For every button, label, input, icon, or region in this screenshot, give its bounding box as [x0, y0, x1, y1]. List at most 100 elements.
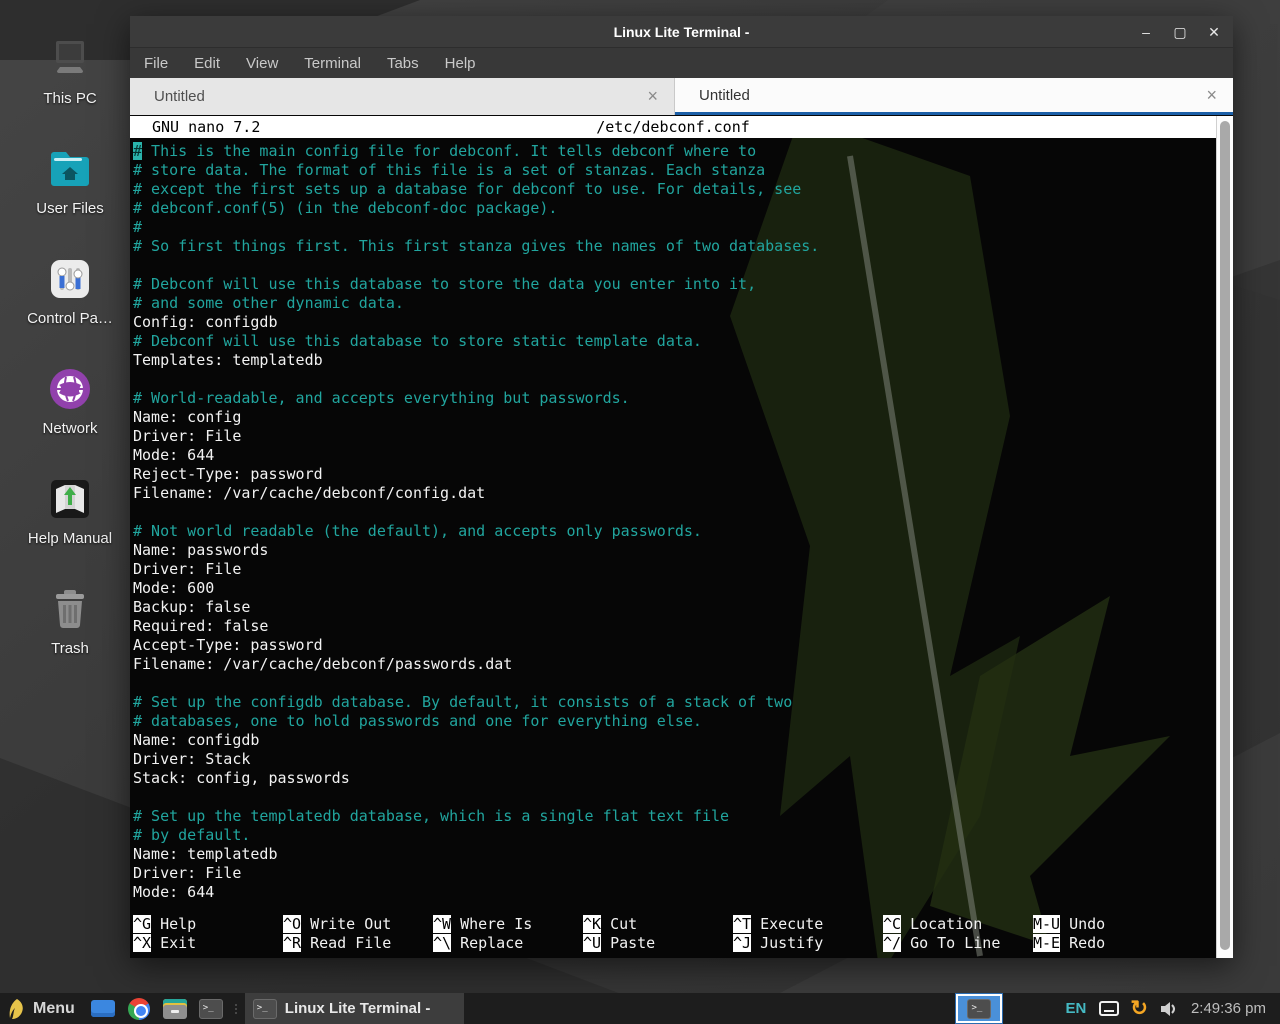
- linux-lite-feather-icon: [8, 998, 25, 1020]
- terminal-viewport[interactable]: GNU nano 7.2 /etc/debconf.conf # This is…: [130, 116, 1216, 958]
- terminal-icon: >_: [199, 999, 223, 1019]
- desktop-icon-glyph: [91, 1000, 115, 1017]
- tray-terminal-indicator[interactable]: >_: [956, 994, 1002, 1023]
- nano-line: # Not world readable (the default), and …: [133, 522, 1216, 541]
- terminal-scrollbar[interactable]: [1216, 116, 1233, 958]
- desktop-icon-network[interactable]: Network: [22, 364, 118, 474]
- desktop-icon-control-panel[interactable]: Control Pa…: [22, 254, 118, 364]
- close-button[interactable]: ✕: [1205, 24, 1223, 41]
- nano-line: Driver: File: [133, 427, 1216, 446]
- file-manager-icon: [163, 999, 187, 1019]
- tab-close-icon[interactable]: ×: [1202, 85, 1221, 106]
- menu-button[interactable]: Menu: [0, 998, 85, 1020]
- taskbar-clock: 2:49:36 pm: [1191, 1000, 1266, 1017]
- menu-bar: File Edit View Terminal Tabs Help: [130, 48, 1233, 78]
- nano-shortcut: ^XExit: [133, 934, 283, 953]
- desktop-icon-label: Trash: [51, 640, 89, 657]
- nano-line: Filename: /var/cache/debconf/config.dat: [133, 484, 1216, 503]
- minimize-button[interactable]: –: [1137, 24, 1155, 40]
- nano-shortcut: ^RRead File: [283, 934, 433, 953]
- menu-tabs[interactable]: Tabs: [387, 55, 419, 72]
- nano-cursor: #: [133, 142, 142, 160]
- tab-label: Untitled: [699, 87, 1202, 104]
- nano-line: Mode: 600: [133, 579, 1216, 598]
- nano-line: Accept-Type: password: [133, 636, 1216, 655]
- task-button-label: Linux Lite Terminal -: [285, 1000, 431, 1017]
- nano-shortcut: ^/Go To Line: [883, 934, 1033, 953]
- chrome-launcher[interactable]: [126, 996, 152, 1022]
- menu-view[interactable]: View: [246, 55, 278, 72]
- nano-line: Name: config: [133, 408, 1216, 427]
- nano-line: # databases, one to hold passwords and o…: [133, 712, 1216, 731]
- tab-close-icon[interactable]: ×: [643, 86, 662, 107]
- window-titlebar[interactable]: Linux Lite Terminal - – ▢ ✕: [130, 16, 1233, 48]
- nano-line: Name: passwords: [133, 541, 1216, 560]
- nano-line: Backup: false: [133, 598, 1216, 617]
- window-title: Linux Lite Terminal -: [130, 24, 1233, 40]
- file-manager-launcher[interactable]: [162, 996, 188, 1022]
- help-manual-icon: [45, 474, 95, 524]
- nano-line: # and some other dynamic data.: [133, 294, 1216, 313]
- menu-help[interactable]: Help: [445, 55, 476, 72]
- chrome-icon: [128, 998, 150, 1020]
- tab-label: Untitled: [154, 88, 643, 105]
- nano-shortcuts: ^GHelp^XExit^OWrite Out^RRead File^WWher…: [133, 915, 1216, 953]
- nano-line: Required: false: [133, 617, 1216, 636]
- nano-line: # Debconf will use this database to stor…: [133, 332, 1216, 351]
- nano-line: Driver: File: [133, 864, 1216, 883]
- nano-titlebar: GNU nano 7.2 /etc/debconf.conf: [130, 116, 1216, 138]
- nano-shortcut: ^GHelp: [133, 915, 283, 934]
- nano-shortcut: ^UPaste: [583, 934, 733, 953]
- menu-terminal[interactable]: Terminal: [304, 55, 361, 72]
- desktop-icon-label: Help Manual: [28, 530, 112, 547]
- maximize-button[interactable]: ▢: [1171, 24, 1189, 41]
- nano-line: # Set up the configdb database. By defau…: [133, 693, 1216, 712]
- nano-filename: /etc/debconf.conf: [130, 118, 1216, 136]
- nano-line: # Debconf will use this database to stor…: [133, 275, 1216, 294]
- nano-line: Stack: config, passwords: [133, 769, 1216, 788]
- desktop-icon-help-manual[interactable]: Help Manual: [22, 474, 118, 584]
- taskbar: Menu >_ >_ Linux Lite Terminal - >_ EN ↻…: [0, 993, 1280, 1024]
- updates-icon[interactable]: ↻: [1130, 998, 1148, 1019]
- keyboard-layout-indicator[interactable]: EN: [1065, 1000, 1086, 1017]
- task-button-terminal[interactable]: >_ Linux Lite Terminal -: [245, 993, 465, 1024]
- scrollbar-thumb[interactable]: [1220, 121, 1230, 950]
- menu-edit[interactable]: Edit: [194, 55, 220, 72]
- terminal-icon: >_: [967, 999, 991, 1019]
- keyboard-icon[interactable]: [1099, 1001, 1119, 1016]
- nano-line: # World-readable, and accepts everything…: [133, 389, 1216, 408]
- volume-icon[interactable]: [1160, 1001, 1178, 1017]
- nano-line: Driver: File: [133, 560, 1216, 579]
- nano-shortcut: M-UUndo: [1033, 915, 1183, 934]
- menu-file[interactable]: File: [144, 55, 168, 72]
- taskbar-separator[interactable]: [232, 997, 240, 1021]
- nano-line: # store data. The format of this file is…: [133, 161, 1216, 180]
- desktop-icon-trash[interactable]: Trash: [22, 584, 118, 694]
- nano-line: [133, 256, 1216, 275]
- desktop-icon-label: This PC: [43, 90, 96, 107]
- nano-shortcut: ^JJustify: [733, 934, 883, 953]
- terminal-icon: >_: [253, 999, 277, 1019]
- nano-line: # debconf.conf(5) (in the debconf-doc pa…: [133, 199, 1216, 218]
- nano-shortcut: ^\Replace: [433, 934, 583, 953]
- control-panel-icon: [45, 254, 95, 304]
- folder-home-icon: [45, 144, 95, 194]
- nano-line: [133, 503, 1216, 522]
- trash-icon: [45, 584, 95, 634]
- desktop-icon-this-pc[interactable]: This PC: [22, 34, 118, 144]
- nano-line: # So first things first. This first stan…: [133, 237, 1216, 256]
- nano-line: # by default.: [133, 826, 1216, 845]
- nano-line: Driver: Stack: [133, 750, 1216, 769]
- nano-line: # This is the main config file for debco…: [133, 142, 1216, 161]
- tab-untitled-2[interactable]: Untitled ×: [675, 78, 1233, 115]
- desktop-icon-user-files[interactable]: User Files: [22, 144, 118, 254]
- nano-line: # Set up the templatedb database, which …: [133, 807, 1216, 826]
- tab-untitled-1[interactable]: Untitled ×: [130, 78, 675, 115]
- nano-shortcut: ^WWhere Is: [433, 915, 583, 934]
- nano-line: [133, 370, 1216, 389]
- terminal-launcher[interactable]: >_: [198, 996, 224, 1022]
- nano-content: # This is the main config file for debco…: [130, 138, 1216, 902]
- nano-line: Name: templatedb: [133, 845, 1216, 864]
- menu-button-label: Menu: [33, 1000, 75, 1018]
- show-desktop-button[interactable]: [90, 996, 116, 1022]
